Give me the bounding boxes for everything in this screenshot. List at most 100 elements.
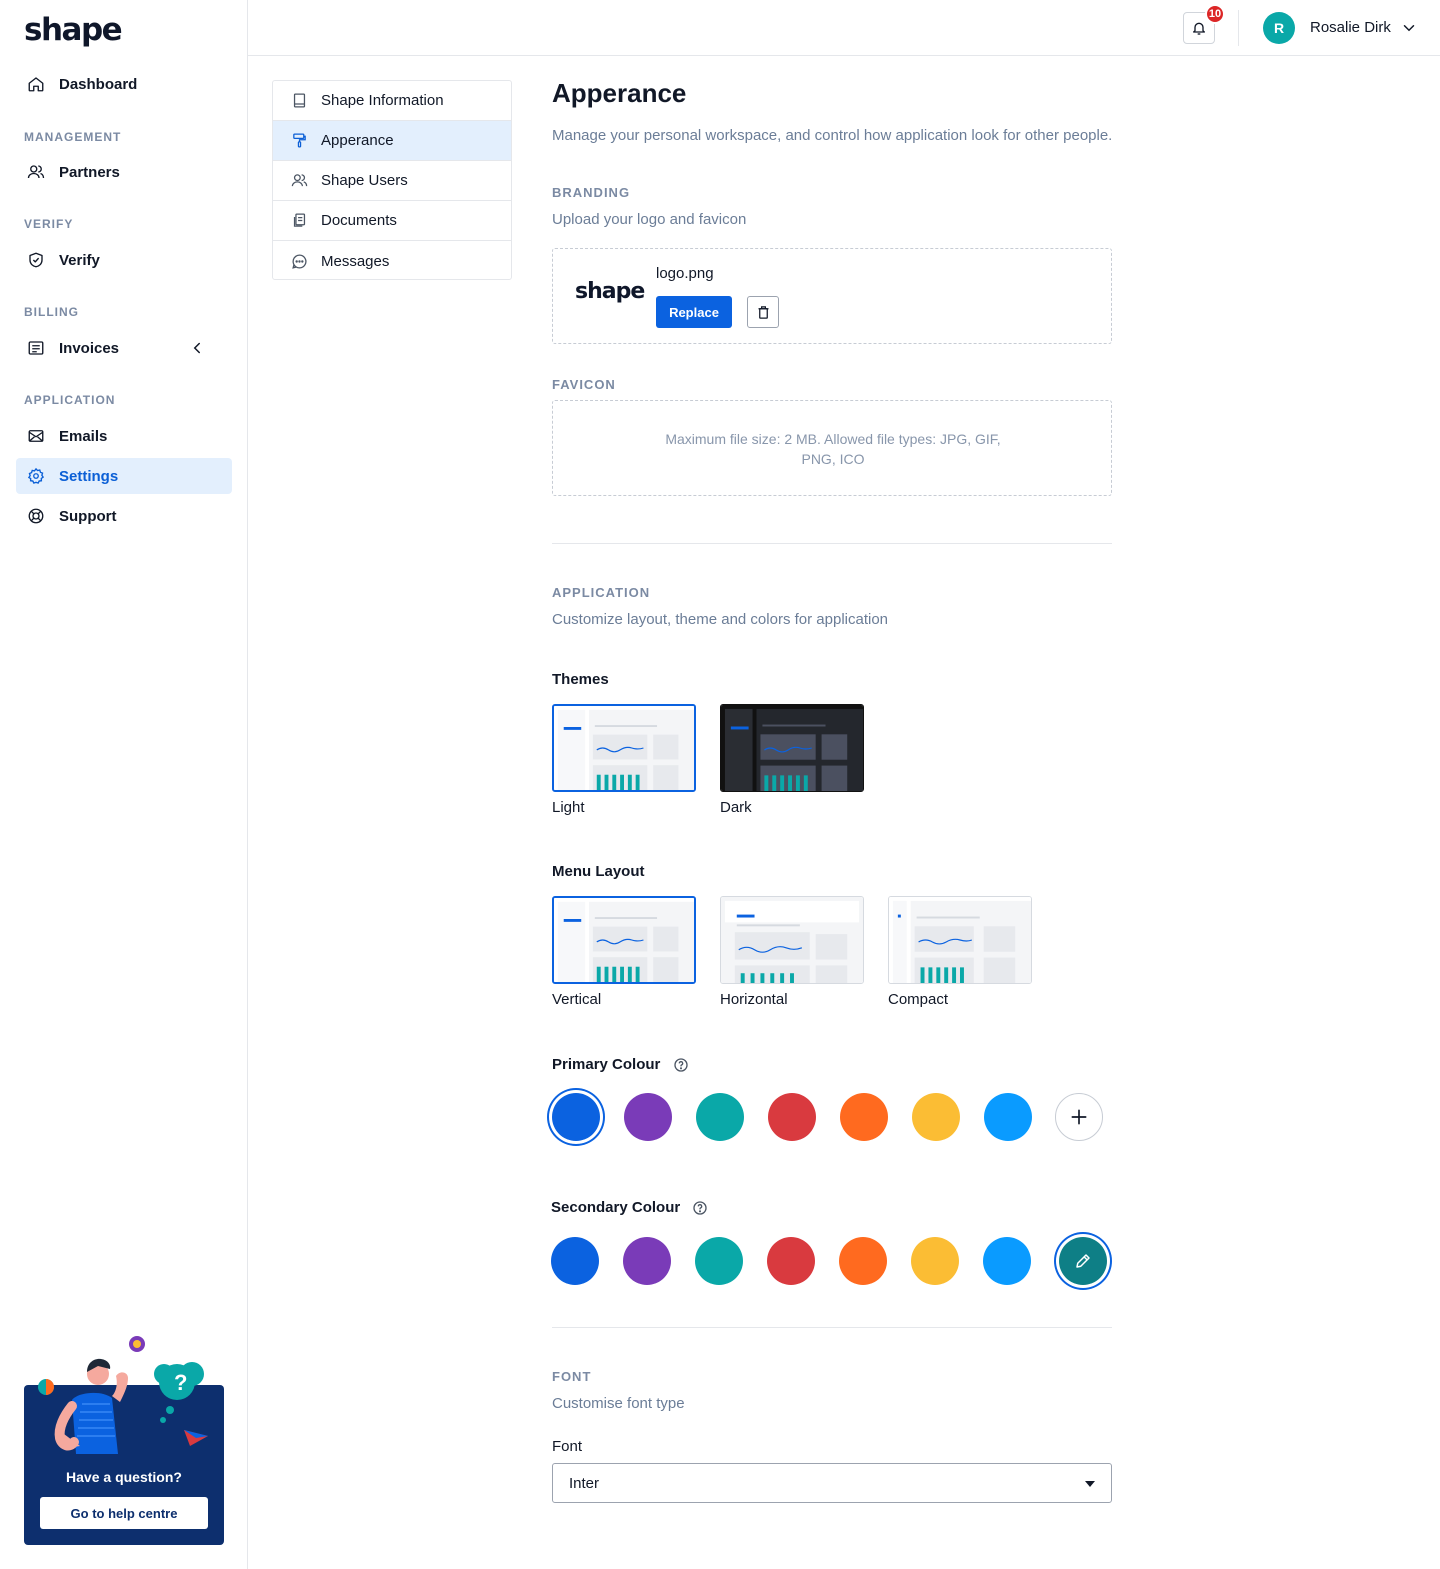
submenu-item-documents[interactable]: Documents <box>273 201 511 241</box>
secondary-colour-swatch[interactable] <box>983 1237 1031 1285</box>
brand-logo[interactable]: shape <box>24 12 123 48</box>
help-centre-button[interactable]: Go to help centre <box>40 1497 208 1529</box>
page-title: Apperance <box>552 78 687 108</box>
horizontal-layout-preview <box>721 897 863 983</box>
sidebar-item-label: Verify <box>59 251 100 269</box>
lifebuoy-icon <box>28 508 44 524</box>
shield-check-icon <box>29 252 43 268</box>
users-icon <box>27 165 45 179</box>
help-circle-icon[interactable] <box>673 1057 689 1073</box>
submenu-item-label: Shape Users <box>321 172 408 189</box>
submenu-item-messages[interactable]: Messages <box>273 241 511 279</box>
compact-layout-preview <box>889 897 1031 983</box>
logo-upload-zone[interactable]: shape logo.png Replace <box>552 248 1112 344</box>
theme-light-option[interactable] <box>552 704 696 792</box>
paint-roller-icon <box>293 133 306 148</box>
sidebar-item-label: Dashboard <box>59 75 138 93</box>
menu-layout-label-text: Horizontal <box>720 991 788 1008</box>
sidebar-section-billing: BILLING <box>24 305 79 319</box>
notification-count-badge: 10 <box>1205 4 1225 24</box>
secondary-colour-swatch[interactable] <box>839 1237 887 1285</box>
logo-file-name: logo.png <box>656 265 714 282</box>
user-name[interactable]: Rosalie Dirk <box>1310 19 1391 36</box>
custom-secondary-colour-button[interactable] <box>1059 1237 1107 1285</box>
delete-logo-button[interactable] <box>747 296 779 328</box>
mail-icon <box>28 430 44 442</box>
primary-colour-swatch[interactable] <box>552 1093 600 1141</box>
vertical-layout-preview <box>554 898 694 982</box>
sidebar-item-label: Partners <box>59 163 120 181</box>
primary-colour-swatch[interactable] <box>624 1093 672 1141</box>
primary-colour-swatch[interactable] <box>840 1093 888 1141</box>
submenu-item-shape-information[interactable]: Shape Information <box>273 81 511 121</box>
primary-colour-label: Primary Colour <box>552 1056 689 1073</box>
pencil-icon <box>1076 1254 1090 1268</box>
submenu-item-label: Apperance <box>321 132 394 149</box>
light-theme-preview <box>554 706 694 790</box>
book-icon <box>293 93 306 108</box>
themes-label: Themes <box>552 671 609 688</box>
font-select[interactable]: Inter <box>552 1463 1112 1503</box>
primary-colour-label-text: Primary Colour <box>552 1056 661 1073</box>
sidebar-item-support[interactable]: Support <box>16 498 232 534</box>
user-avatar[interactable]: R <box>1263 12 1295 44</box>
help-card-title: Have a question? <box>66 1469 182 1485</box>
primary-colour-swatch[interactable] <box>984 1093 1032 1141</box>
gear-icon <box>27 467 45 484</box>
favicon-note-line: Maximum file size: 2 MB. Allowed file ty… <box>665 431 1001 447</box>
primary-colour-swatch[interactable] <box>696 1093 744 1141</box>
secondary-colour-swatch[interactable] <box>695 1237 743 1285</box>
bell-icon <box>1193 22 1205 35</box>
sidebar-item-partners[interactable]: Partners <box>16 154 232 190</box>
submenu-item-label: Documents <box>321 212 397 229</box>
submenu-item-shape-users[interactable]: Shape Users <box>273 161 511 201</box>
submenu-item-label: Shape Information <box>321 92 444 109</box>
secondary-colour-swatch[interactable] <box>767 1237 815 1285</box>
theme-label: Dark <box>720 799 752 816</box>
chevron-down-icon[interactable] <box>1400 19 1418 37</box>
menu-layout-vertical-option[interactable] <box>552 896 696 984</box>
users-icon <box>291 174 308 187</box>
add-primary-colour-button[interactable] <box>1055 1093 1103 1141</box>
help-circle-icon[interactable] <box>692 1200 708 1216</box>
sidebar-item-verify[interactable]: Verify <box>16 242 232 278</box>
home-icon <box>28 77 44 92</box>
primary-colour-swatch[interactable] <box>912 1093 960 1141</box>
font-section-label: FONT <box>552 1369 592 1384</box>
logo-preview: shape <box>575 279 645 304</box>
sidebar: shape Dashboard MANAGEMENT Partners VERI… <box>0 0 248 1569</box>
sidebar-section-application: APPLICATION <box>24 393 116 407</box>
sidebar-item-invoices[interactable]: Invoices <box>16 330 232 366</box>
favicon-note-line: PNG, ICO <box>801 451 865 467</box>
menu-layout-label-text: Compact <box>888 991 949 1008</box>
sidebar-item-dashboard[interactable]: Dashboard <box>16 66 232 102</box>
sidebar-item-emails[interactable]: Emails <box>16 418 232 454</box>
primary-colour-swatch[interactable] <box>768 1093 816 1141</box>
sidebar-item-settings[interactable]: Settings <box>16 458 232 494</box>
chevron-left-icon <box>193 342 200 354</box>
favicon-upload-note: Maximum file size: 2 MB. Allowed file ty… <box>553 429 1113 469</box>
submenu-item-apperance[interactable]: Apperance <box>273 121 511 161</box>
replace-logo-button[interactable]: Replace <box>656 296 732 328</box>
theme-dark-option[interactable] <box>720 704 864 792</box>
favicon-upload-zone[interactable]: Maximum file size: 2 MB. Allowed file ty… <box>552 400 1112 496</box>
secondary-colour-swatch[interactable] <box>911 1237 959 1285</box>
help-illustration: ? <box>38 1336 208 1454</box>
secondary-colour-swatch[interactable] <box>623 1237 671 1285</box>
sidebar-item-label: Settings <box>59 467 119 485</box>
menu-layout-label: Menu Layout <box>552 863 645 880</box>
sidebar-item-label: Invoices <box>59 339 120 357</box>
application-label: APPLICATION <box>552 585 651 600</box>
dark-theme-preview <box>721 705 863 791</box>
secondary-colour-swatch[interactable] <box>551 1237 599 1285</box>
invoice-icon <box>28 341 44 355</box>
plus-icon <box>1071 1109 1087 1125</box>
favicon-label: FAVICON <box>552 377 616 392</box>
menu-layout-horizontal-option[interactable] <box>720 896 864 984</box>
section-divider <box>552 543 1112 544</box>
menu-layout-compact-option[interactable] <box>888 896 1032 984</box>
top-bar: 10 R Rosalie Dirk <box>248 0 1440 56</box>
menu-layout-label-text: Vertical <box>552 991 602 1008</box>
branding-label: BRANDING <box>552 185 631 200</box>
section-divider <box>552 1327 1112 1328</box>
